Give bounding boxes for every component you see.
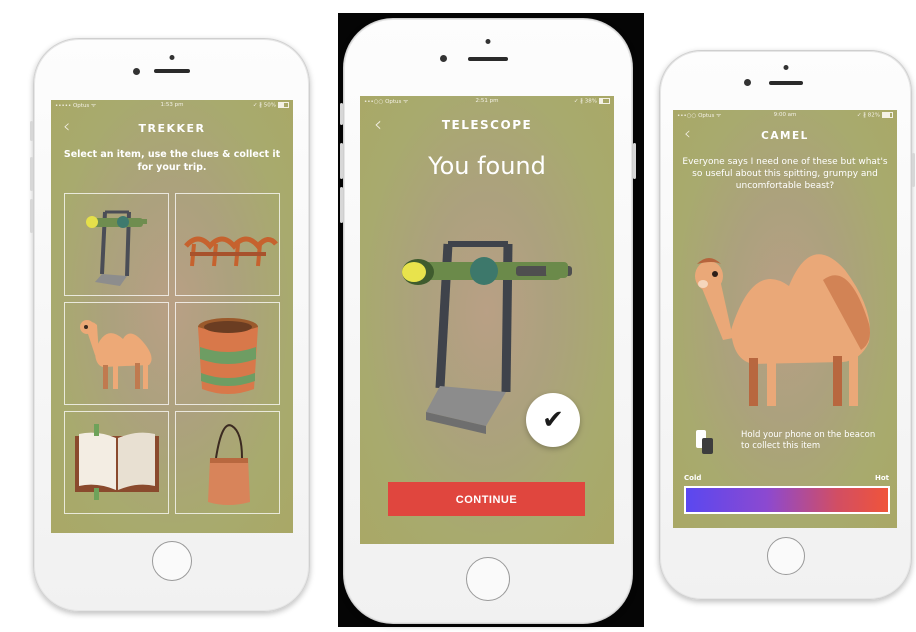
screen-trekker: ••••• Optus ᯤ 1:53 pm ✓ ∦ 50% ‹ TREKKER … xyxy=(51,100,293,533)
front-camera xyxy=(744,79,751,86)
volume-up-button xyxy=(30,157,33,191)
battery-indicator: ✓ ∦ 50% xyxy=(252,101,289,109)
front-camera xyxy=(133,68,140,75)
volume-up-button xyxy=(340,143,343,179)
home-button[interactable] xyxy=(466,557,510,601)
telescope-illustration xyxy=(402,241,572,434)
camel-icon xyxy=(80,320,152,389)
continue-button[interactable]: CONTINUE xyxy=(388,482,585,516)
saddle-icon xyxy=(184,236,278,267)
proximity-sensor xyxy=(783,65,788,70)
home-button[interactable] xyxy=(766,537,805,575)
volume-down-button xyxy=(30,199,33,233)
found-check-icon: ✔ xyxy=(526,393,580,447)
telescope-icon xyxy=(86,210,147,286)
grid-item-camel[interactable] xyxy=(64,302,169,405)
status-bar: ••••• Optus ᯤ 1:53 pm ✓ ∦ 50% xyxy=(51,100,293,110)
instruction-text: Select an item, use the clues & collect … xyxy=(63,149,281,173)
earpiece-speaker xyxy=(153,69,190,73)
proximity-sensor xyxy=(485,39,491,44)
grid-item-basket[interactable] xyxy=(175,302,280,405)
power-button xyxy=(912,153,915,187)
grid-item-saddle[interactable] xyxy=(175,193,280,296)
carrier-label: ••••• Optus ᯤ xyxy=(55,103,97,109)
camel-illustration xyxy=(695,254,870,406)
mute-switch xyxy=(340,103,343,125)
screen-telescope: •••○○ Optus ᯤ 2:51 pm ✓ ∦ 38% ‹ TELESCOP… xyxy=(360,96,614,544)
clock: 1:53 pm xyxy=(160,102,184,108)
battery-icon xyxy=(278,101,289,108)
grid-item-bag[interactable] xyxy=(175,411,280,514)
proximity-heat-bar xyxy=(684,486,890,514)
bag-icon xyxy=(208,424,250,505)
volume-down-button xyxy=(340,187,343,223)
grid-item-book[interactable] xyxy=(64,411,169,514)
phone-beacon-icon xyxy=(696,430,713,454)
power-button xyxy=(633,143,636,179)
home-button[interactable] xyxy=(151,541,192,581)
earpiece-speaker xyxy=(768,81,803,85)
front-camera xyxy=(440,55,447,62)
hot-label: Hot xyxy=(874,474,889,482)
basket-icon xyxy=(198,318,258,394)
book-icon xyxy=(75,424,159,500)
grid-item-telescope[interactable] xyxy=(64,193,169,296)
beacon-instruction: Hold your phone on the beacon to collect… xyxy=(741,430,876,452)
battery-label: ✓ ∦ 50% xyxy=(252,102,276,109)
screen-camel: •••○○ Optus ᯤ 9:00 am ✓ ∦ 82% ‹ CAMEL Ev… xyxy=(673,110,897,528)
mute-switch xyxy=(30,121,33,141)
cold-label: Cold xyxy=(684,474,702,482)
page-title: TREKKER xyxy=(138,122,206,135)
proximity-sensor xyxy=(169,55,174,60)
earpiece-speaker xyxy=(468,57,508,61)
